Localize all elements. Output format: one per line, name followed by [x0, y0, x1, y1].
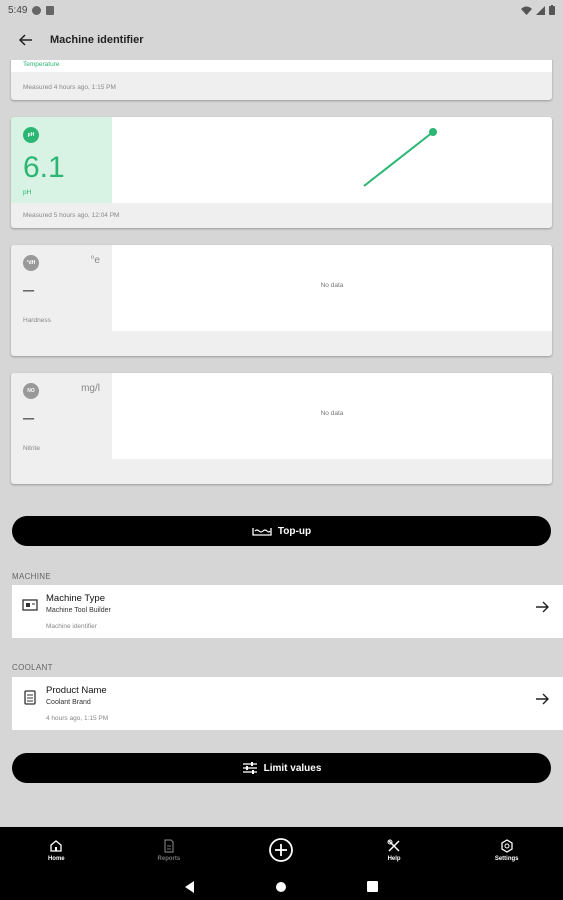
hardness-chart: No data — [112, 245, 552, 331]
ph-badge: pH — [23, 127, 39, 143]
nav-reports-label: Reports — [157, 855, 181, 862]
coolant-section-label: COOLANT — [12, 663, 53, 672]
coolant-icon — [24, 690, 36, 705]
temperature-card[interactable]: Temperature Measured 4 hours ago, 1:15 P… — [11, 60, 552, 100]
hardness-label: Hardness — [23, 317, 51, 324]
nav-home[interactable]: Home — [0, 827, 113, 873]
coolant-arrow-icon — [536, 693, 549, 705]
topup-label: Top-up — [277, 525, 312, 537]
machine-icon — [22, 599, 38, 611]
nitrite-value: – — [23, 407, 35, 429]
nitrite-unit: mg/l — [81, 383, 100, 394]
page-title: Machine identifier — [50, 34, 144, 46]
notification-icon — [32, 5, 42, 15]
app-bar: Machine identifier — [0, 20, 563, 60]
machine-title: Machine Type — [46, 593, 105, 604]
status-bar: 5:49 — [0, 0, 563, 20]
nav-settings-label: Settings — [494, 855, 519, 862]
hardness-unit: °e — [90, 255, 100, 266]
hardness-value: – — [23, 279, 35, 301]
battery-icon — [549, 5, 555, 15]
report-icon — [164, 838, 174, 853]
sim-icon — [46, 5, 55, 15]
ph-label: pH — [23, 189, 32, 196]
coolant-subtitle: Coolant Brand — [46, 699, 91, 706]
back-arrow-icon[interactable] — [14, 34, 38, 46]
topup-icon — [252, 528, 272, 536]
nitrite-badge: NO — [23, 383, 39, 399]
machine-row[interactable]: Machine Type Machine Tool Builder Machin… — [12, 585, 563, 638]
hardness-card[interactable]: °dH °e – Hardness No data — [11, 245, 552, 356]
hardness-value-panel: °dH °e – Hardness — [11, 245, 112, 331]
nav-help[interactable]: Help — [338, 827, 451, 873]
ph-value: 6.1 — [23, 151, 65, 184]
coolant-meta: 4 hours ago, 1:15 PM — [46, 715, 109, 722]
system-home-icon[interactable] — [275, 881, 287, 893]
ph-value-panel: pH 6.1 pH — [11, 117, 112, 203]
nitrite-no-data: No data — [320, 410, 344, 417]
status-time: 5:49 — [8, 4, 28, 16]
nitrite-label: Nitrite — [23, 445, 40, 452]
bottom-navigation: Home Reports Help Settings — [0, 827, 563, 873]
limit-values-button[interactable]: Limit values — [12, 753, 551, 783]
sliders-icon — [242, 762, 257, 774]
system-recents-icon[interactable] — [367, 881, 378, 892]
machine-meta: Machine identifier — [46, 623, 97, 630]
ph-latest-point — [429, 128, 437, 136]
system-navigation-bar — [0, 873, 563, 900]
settings-icon — [501, 838, 513, 853]
ph-card[interactable]: pH 6.1 pH Measured 5 hours ago, 12:04 PM — [11, 117, 552, 228]
coolant-row[interactable]: Product Name Coolant Brand 4 hours ago, … — [12, 677, 563, 730]
ph-chart — [112, 117, 552, 203]
nitrite-card[interactable]: NO mg/l – Nitrite No data — [11, 373, 552, 484]
machine-arrow-icon — [536, 601, 549, 613]
hardness-no-data: No data — [320, 282, 344, 289]
topup-button[interactable]: Top-up — [12, 516, 551, 546]
scroll-content[interactable]: Temperature Measured 4 hours ago, 1:15 P… — [0, 60, 563, 827]
signal-icon — [536, 5, 545, 15]
hardness-badge: °dH — [23, 255, 39, 271]
tools-icon — [387, 839, 400, 852]
nav-home-label: Home — [47, 855, 65, 862]
nav-help-label: Help — [387, 855, 401, 862]
ph-measured: Measured 5 hours ago, 12:04 PM — [23, 212, 120, 219]
machine-section-label: MACHINE — [12, 572, 51, 581]
temperature-chart — [11, 60, 552, 72]
wifi-icon — [521, 6, 532, 15]
nitrite-chart: No data — [112, 373, 552, 459]
nav-reports[interactable]: Reports — [113, 827, 226, 873]
add-circle-icon — [269, 838, 294, 862]
temperature-label: Temperature — [23, 61, 60, 68]
nav-settings[interactable]: Settings — [450, 827, 563, 873]
nitrite-value-panel: NO mg/l – Nitrite — [11, 373, 112, 459]
nav-add[interactable] — [225, 827, 338, 873]
coolant-title: Product Name — [46, 685, 107, 696]
ph-trend-line — [363, 131, 434, 187]
temperature-measured: Measured 4 hours ago, 1:15 PM — [23, 84, 116, 91]
limit-values-label: Limit values — [263, 762, 322, 774]
system-back-icon[interactable] — [185, 880, 195, 893]
home-icon — [50, 839, 62, 852]
machine-subtitle: Machine Tool Builder — [46, 607, 111, 614]
